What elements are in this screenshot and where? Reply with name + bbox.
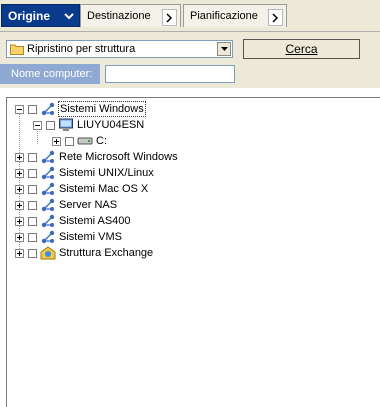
- view-select-value: Ripristino per struttura: [27, 43, 136, 55]
- expand-icon[interactable]: [15, 232, 24, 242]
- chevron-right-icon: [268, 9, 283, 26]
- view-select[interactable]: Ripristino per struttura: [6, 40, 233, 58]
- computer-name-label: Nome computer:: [0, 64, 100, 84]
- tab-origine[interactable]: Origine: [1, 4, 80, 27]
- checkbox[interactable]: [28, 152, 37, 162]
- tree-node-label: LIUYU04ESN: [77, 119, 145, 131]
- expand-icon[interactable]: [52, 136, 61, 146]
- tree-node-label: Server NAS: [59, 199, 118, 211]
- network-icon: [40, 102, 56, 116]
- tab-label: Pianificazione: [190, 10, 258, 22]
- search-button-label: Cerca: [285, 42, 318, 56]
- checkbox[interactable]: [46, 120, 55, 130]
- checkbox[interactable]: [28, 104, 37, 114]
- tab-label: Origine: [8, 8, 51, 23]
- tree-node-nas-server[interactable]: Server NAS: [15, 197, 118, 213]
- network-icon: [40, 198, 56, 212]
- search-panel: Ripristino per struttura Cerca Nome comp…: [0, 31, 380, 88]
- collapse-icon[interactable]: [33, 120, 42, 130]
- computer-name-input[interactable]: [105, 65, 235, 83]
- tree-node-drive[interactable]: C:: [52, 133, 108, 149]
- tab-pianificazione[interactable]: Pianificazione: [183, 4, 287, 27]
- checkbox[interactable]: [28, 168, 37, 178]
- computer-icon: [58, 118, 74, 132]
- tab-label: Destinazione: [87, 10, 151, 22]
- tree-node-root[interactable]: Sistemi Windows: [15, 101, 146, 117]
- search-button[interactable]: Cerca: [243, 39, 360, 59]
- network-icon: [40, 166, 56, 180]
- source-tree: Sistemi Windows LIUYU04ESN C: Rete Micro…: [6, 97, 380, 407]
- checkbox[interactable]: [28, 216, 37, 226]
- expand-icon[interactable]: [15, 168, 24, 178]
- tab-destinazione[interactable]: Destinazione: [80, 4, 181, 27]
- expand-icon[interactable]: [15, 216, 24, 226]
- tree-node-label: C:: [96, 135, 107, 147]
- tree-node-label: Struttura Exchange: [59, 247, 154, 259]
- expand-icon[interactable]: [15, 184, 24, 194]
- tree-node-label: Sistemi AS400: [59, 215, 131, 227]
- exchange-icon: [40, 246, 56, 260]
- expand-icon[interactable]: [15, 152, 24, 162]
- tree-node-exchange[interactable]: Struttura Exchange: [15, 245, 154, 261]
- checkbox[interactable]: [65, 136, 74, 146]
- checkbox[interactable]: [28, 248, 37, 258]
- checkbox[interactable]: [28, 232, 37, 242]
- tree-node-label: Sistemi VMS: [59, 231, 122, 243]
- collapse-icon[interactable]: [15, 104, 24, 114]
- network-icon: [40, 182, 56, 196]
- tree-node-unix-linux[interactable]: Sistemi UNIX/Linux: [15, 165, 155, 181]
- chevron-right-icon: [162, 9, 177, 26]
- expand-icon[interactable]: [15, 248, 24, 258]
- chevron-down-icon: [62, 10, 75, 23]
- tree-node-as400[interactable]: Sistemi AS400: [15, 213, 132, 229]
- tree-node-label: Sistemi UNIX/Linux: [59, 167, 154, 179]
- folder-icon: [10, 43, 24, 55]
- expand-icon[interactable]: [15, 200, 24, 210]
- tree-node-label: Sistemi Mac OS X: [59, 183, 149, 195]
- checkbox[interactable]: [28, 184, 37, 194]
- tree-node-microsoft-network[interactable]: Rete Microsoft Windows: [15, 149, 179, 165]
- network-icon: [40, 150, 56, 164]
- tree-node-mac-os-x[interactable]: Sistemi Mac OS X: [15, 181, 149, 197]
- tree-node-computer[interactable]: LIUYU04ESN: [33, 117, 145, 133]
- network-icon: [40, 230, 56, 244]
- drive-icon: [77, 134, 93, 148]
- tree-node-label: Rete Microsoft Windows: [59, 151, 178, 163]
- tree-node-label: Sistemi Windows: [58, 101, 146, 117]
- checkbox[interactable]: [28, 200, 37, 210]
- dropdown-arrow-icon[interactable]: [217, 42, 231, 56]
- tab-bar: Origine Destinazione Pianificazione: [0, 0, 380, 31]
- network-icon: [40, 214, 56, 228]
- tree-node-vms[interactable]: Sistemi VMS: [15, 229, 123, 245]
